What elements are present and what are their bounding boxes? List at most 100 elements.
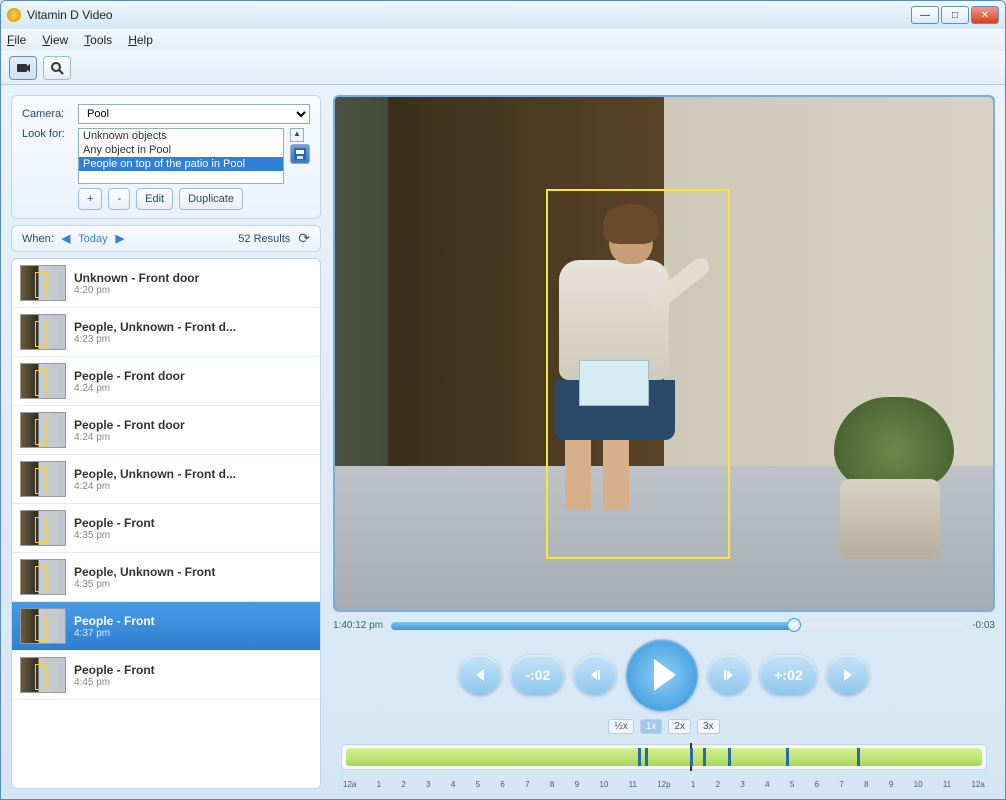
- timeline-event-mark[interactable]: [690, 748, 693, 766]
- tick-label: 11: [943, 780, 951, 789]
- result-item[interactable]: Unknown - Front door4:20 pm: [12, 259, 320, 308]
- video-viewport[interactable]: [333, 95, 995, 612]
- step-back-icon: [587, 667, 603, 683]
- scroll-up-icon[interactable]: ▲: [290, 128, 304, 142]
- remove-filter-button[interactable]: -: [108, 188, 130, 210]
- tick-label: 7: [525, 780, 529, 789]
- day-timeline[interactable]: [341, 744, 987, 770]
- edit-filter-button[interactable]: Edit: [136, 188, 173, 210]
- tick-label: 12a: [343, 780, 356, 789]
- camera-icon: [16, 62, 30, 74]
- result-time: 4:37 pm: [74, 628, 155, 639]
- today-button[interactable]: Today: [78, 233, 107, 245]
- lookfor-option[interactable]: Any object in Pool: [79, 143, 283, 157]
- result-time: 4:24 pm: [74, 481, 236, 492]
- tick-label: 4: [451, 780, 455, 789]
- app-icon: [7, 8, 21, 22]
- result-title: People, Unknown - Front d...: [74, 320, 236, 334]
- tick-label: 5: [790, 780, 794, 789]
- tick-label: 8: [550, 780, 554, 789]
- skip-back-button[interactable]: -:02: [511, 655, 564, 695]
- speed-option[interactable]: 1x: [640, 719, 663, 734]
- speed-row: ½x 1x 2x 3x: [333, 719, 995, 734]
- refresh-button[interactable]: ⟳: [298, 230, 310, 247]
- progress-row: 1:40:12 pm -0:03: [333, 620, 995, 631]
- player-panel: 1:40:12 pm -0:03 -:02: [333, 95, 995, 789]
- frame-fwd-button[interactable]: [708, 655, 750, 695]
- result-title: People - Front: [74, 516, 155, 530]
- titlebar[interactable]: Vitamin D Video — □ ✕: [1, 1, 1005, 29]
- result-thumbnail: [20, 510, 66, 546]
- save-search-button[interactable]: [290, 144, 310, 164]
- speed-option[interactable]: 2x: [668, 719, 691, 734]
- menu-file[interactable]: File: [7, 33, 26, 47]
- result-title: People - Front door: [74, 418, 185, 432]
- speed-option[interactable]: 3x: [697, 719, 720, 734]
- result-item[interactable]: People - Front4:45 pm: [12, 651, 320, 700]
- menu-view[interactable]: View: [42, 33, 68, 47]
- next-clip-button[interactable]: [827, 655, 869, 695]
- arrow-right-icon: [840, 667, 856, 683]
- result-title: People, Unknown - Front: [74, 565, 215, 579]
- app-window: Vitamin D Video — □ ✕ File View Tools He…: [0, 0, 1006, 800]
- maximize-button[interactable]: □: [941, 6, 969, 24]
- progress-bar[interactable]: [391, 622, 964, 630]
- timeline-event-mark[interactable]: [703, 748, 706, 766]
- progress-handle[interactable]: [787, 618, 801, 632]
- frame-back-button[interactable]: [574, 655, 616, 695]
- result-item[interactable]: People - Front door4:24 pm: [12, 406, 320, 455]
- result-item[interactable]: People - Front4:37 pm: [12, 602, 320, 651]
- prev-clip-button[interactable]: [459, 655, 501, 695]
- tick-label: 10: [599, 780, 608, 789]
- result-item[interactable]: People, Unknown - Front4:35 pm: [12, 553, 320, 602]
- tick-label: 10: [914, 780, 923, 789]
- tick-label: 9: [575, 780, 579, 789]
- result-thumbnail: [20, 412, 66, 448]
- menu-help[interactable]: Help: [128, 33, 153, 47]
- tick-label: 6: [815, 780, 819, 789]
- timeline-event-mark[interactable]: [645, 748, 648, 766]
- result-thumbnail: [20, 461, 66, 497]
- prev-day-button[interactable]: ◀: [62, 232, 70, 245]
- filter-panel: Camera: Pool Look for: Unknown objectsAn…: [11, 95, 321, 219]
- timeline-event-mark[interactable]: [728, 748, 731, 766]
- tick-label: 9: [889, 780, 893, 789]
- toolbar: [1, 51, 1005, 85]
- when-label: When:: [22, 233, 54, 245]
- result-thumbnail: [20, 314, 66, 350]
- close-button[interactable]: ✕: [971, 6, 999, 24]
- result-thumbnail: [20, 608, 66, 644]
- menubar: File View Tools Help: [1, 29, 1005, 51]
- tick-label: 1: [377, 780, 381, 789]
- results-count: 52 Results: [238, 233, 290, 245]
- skip-fwd-button[interactable]: +:02: [760, 655, 816, 695]
- camera-select[interactable]: Pool: [78, 104, 310, 124]
- result-thumbnail: [20, 559, 66, 595]
- tick-label: 3: [426, 780, 430, 789]
- lookfor-listbox[interactable]: Unknown objectsAny object in PoolPeople …: [78, 128, 284, 184]
- lookfor-option[interactable]: Unknown objects: [79, 129, 283, 143]
- camera-view-button[interactable]: [9, 56, 37, 80]
- result-item[interactable]: People, Unknown - Front d...4:24 pm: [12, 455, 320, 504]
- minimize-button[interactable]: —: [911, 6, 939, 24]
- timeline-event-mark[interactable]: [857, 748, 860, 766]
- timeline-event-mark[interactable]: [786, 748, 789, 766]
- timeline-event-mark[interactable]: [638, 748, 641, 766]
- play-button[interactable]: [626, 639, 698, 711]
- step-fwd-icon: [721, 667, 737, 683]
- result-item[interactable]: People - Front4:35 pm: [12, 504, 320, 553]
- add-filter-button[interactable]: +: [78, 188, 102, 210]
- menu-tools[interactable]: Tools: [84, 33, 112, 47]
- result-time: 4:24 pm: [74, 383, 185, 394]
- next-day-button[interactable]: ▶: [116, 232, 124, 245]
- result-title: People - Front: [74, 614, 155, 628]
- search-view-button[interactable]: [43, 56, 71, 80]
- speed-option[interactable]: ½x: [608, 719, 633, 734]
- result-item[interactable]: People - Front door4:24 pm: [12, 357, 320, 406]
- results-list[interactable]: Unknown - Front door4:20 pmPeople, Unkno…: [11, 258, 321, 789]
- result-time: 4:20 pm: [74, 285, 199, 296]
- result-item[interactable]: People, Unknown - Front d...4:23 pm: [12, 308, 320, 357]
- tick-label: 2: [716, 780, 720, 789]
- lookfor-option[interactable]: People on top of the patio in Pool: [79, 157, 283, 171]
- duplicate-filter-button[interactable]: Duplicate: [179, 188, 243, 210]
